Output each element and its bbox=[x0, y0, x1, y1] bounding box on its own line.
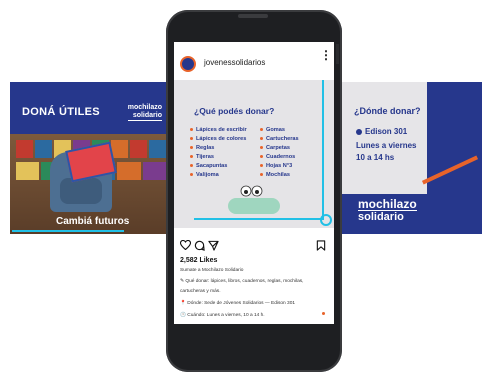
googly-eyes-icon bbox=[240, 185, 263, 197]
likes-count[interactable]: 2,582 Likes bbox=[180, 257, 217, 264]
days-text: Lunes a viernes bbox=[356, 141, 417, 150]
slide-title: DONÁ ÚTILES bbox=[22, 106, 100, 118]
phone-speaker bbox=[238, 14, 268, 18]
list-item: Mochilas bbox=[260, 171, 299, 180]
bookmark-icon[interactable] bbox=[316, 240, 326, 254]
list-item: Tijeras bbox=[190, 153, 247, 162]
caption-line: ✎ Qué donar: lápices, libros, cuadernos,… bbox=[180, 279, 304, 284]
list-item: Valijoma bbox=[190, 171, 247, 180]
post-username[interactable]: jovenessolidarios bbox=[204, 58, 265, 67]
donation-list-right: Gomas Cartucheras Carpetas Cuadernos Hoj… bbox=[260, 126, 299, 180]
list-item: Reglas bbox=[190, 144, 247, 153]
caption-line: 📍 Dónde: Sede de Jóvenes Solidarios — Ed… bbox=[180, 301, 296, 306]
donation-list-left: Lápices de escribir Lápices de colores R… bbox=[190, 126, 247, 180]
list-item: Hojas N°3 bbox=[260, 162, 299, 171]
slide-caption: Cambiá futuros bbox=[56, 216, 130, 227]
decorative-line bbox=[12, 230, 124, 232]
what-to-donate-title: ¿Qué podés donar? bbox=[194, 106, 275, 116]
phone-side-button bbox=[336, 44, 339, 64]
comment-icon[interactable] bbox=[194, 240, 205, 254]
caption-line: Sumate a Mochilazo Solidario bbox=[180, 268, 244, 273]
list-item: Gomas bbox=[260, 126, 299, 135]
carousel-slide-right[interactable]: ¿Dónde donar? Edison 301 Lunes a viernes… bbox=[332, 82, 482, 234]
list-item: Cuadernos bbox=[260, 153, 299, 162]
caption-line: 🕑 Cuándo: Lunes a viernes, 10 a 14 h. bbox=[180, 313, 265, 318]
list-item: Cartucheras bbox=[260, 135, 299, 144]
list-item: Carpetas bbox=[260, 144, 299, 153]
mochilazo-logo: mochilazo solidario bbox=[358, 197, 417, 223]
pencil-case-image bbox=[228, 198, 280, 214]
heart-icon[interactable] bbox=[179, 239, 192, 253]
list-item: Sacapuntas bbox=[190, 162, 247, 171]
decorative-line bbox=[194, 218, 324, 220]
decorative-curl bbox=[320, 214, 332, 226]
decorative-line bbox=[322, 80, 324, 220]
where-title: ¿Dónde donar? bbox=[354, 106, 421, 116]
profile-avatar[interactable] bbox=[180, 56, 196, 72]
post-image[interactable]: ¿Qué podés donar? Lápices de escribir Lá… bbox=[174, 80, 334, 228]
more-vertical-icon[interactable]: ⋮ bbox=[320, 49, 332, 61]
mochilazo-logo: mochilazo solidario bbox=[127, 104, 162, 121]
location-pin-icon bbox=[356, 129, 362, 135]
list-item: Lápices de escribir bbox=[190, 126, 247, 135]
indicator-dot bbox=[322, 312, 325, 315]
address-text: Edison 301 bbox=[365, 127, 408, 136]
hours-text: 10 a 14 hs bbox=[356, 153, 395, 162]
caption-line: cartucheras y más. bbox=[180, 289, 221, 294]
list-item: Lápices de colores bbox=[190, 135, 247, 144]
carousel-slide-left[interactable]: DONÁ ÚTILES mochilazo solidario Cambiá f… bbox=[10, 82, 172, 234]
share-icon[interactable] bbox=[208, 240, 219, 254]
